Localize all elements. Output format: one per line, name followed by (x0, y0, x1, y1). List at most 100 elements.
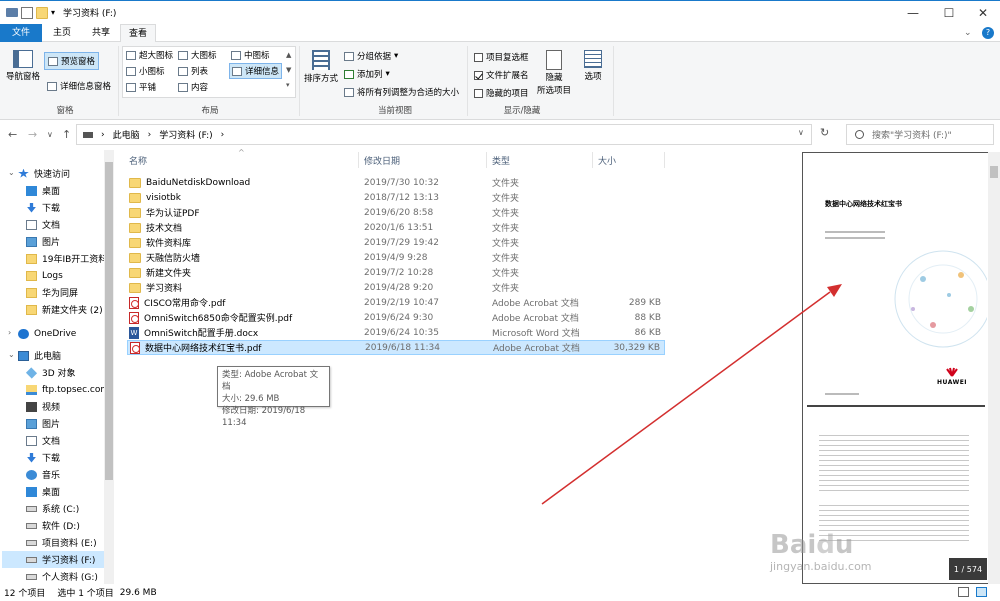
nav-pane-button[interactable]: 导航窗格 (6, 50, 40, 82)
chevron-down-icon[interactable]: ▾ (51, 8, 55, 17)
new-folder-icon[interactable] (36, 6, 48, 19)
hide-selected-button[interactable]: 隐藏 所选项目 (537, 50, 571, 96)
group-label-show-hide: 显示/隐藏 (503, 106, 541, 116)
status-selected: 选中 1 个项目 (57, 589, 114, 599)
close-button[interactable]: ✕ (966, 1, 1000, 25)
forward-arrow-icon[interactable]: → (28, 128, 37, 141)
medium-icons-option[interactable]: 中图标 (231, 49, 270, 61)
back-arrow-icon[interactable]: ← (8, 128, 17, 141)
nav-item-12[interactable]: ftp.topsec.com (26, 381, 130, 398)
large-icons-option[interactable]: 大图标 (178, 49, 217, 61)
file-type: 文件夹 (492, 239, 520, 249)
details-view-icon[interactable] (958, 587, 969, 597)
nav-item-label: 系统 (C:) (42, 505, 80, 515)
large-icons-view-icon[interactable] (976, 587, 987, 597)
preview-pane-button[interactable]: 预览窗格 (44, 52, 100, 70)
nav-item-16[interactable]: 下载 (26, 449, 130, 466)
preview-scroll-thumb[interactable] (990, 166, 998, 178)
hidden-items-toggle[interactable]: 隐藏的项目 (474, 87, 529, 99)
help-icon[interactable]: ? (982, 27, 994, 39)
nav-item-21[interactable]: 项目资料 (E:) (26, 534, 130, 551)
tab-file[interactable]: 文件 (0, 24, 42, 42)
nav-item-19[interactable]: 系统 (C:) (26, 500, 130, 517)
nav-item-17[interactable]: 音乐 (26, 466, 130, 483)
recent-locations-icon[interactable]: ∨ (47, 130, 53, 139)
file-name-cell: 天融信防火墙 (129, 251, 200, 264)
file-name: 天融信防火墙 (146, 254, 201, 264)
nav-item-22[interactable]: 学习资料 (F:) (2, 551, 106, 568)
content-option[interactable]: 内容 (178, 81, 208, 93)
nav-item-11[interactable]: 3D 对象 (25, 364, 130, 381)
nav-item-6[interactable]: Logs (26, 267, 130, 284)
nav-item-4[interactable]: 图片 (26, 233, 130, 250)
nav-item-7[interactable]: 华为同屏 (26, 284, 130, 301)
nav-item-14[interactable]: 图片 (26, 415, 130, 432)
small-icons-option[interactable]: 小图标 (126, 65, 165, 77)
add-column-button[interactable]: 添加列 ▾ (344, 68, 390, 80)
item-checkboxes-toggle[interactable]: 项目复选框 (474, 51, 529, 63)
breadcrumb-current[interactable]: 学习资料 (F:) (159, 128, 212, 141)
expand-chevron-icon[interactable]: › (8, 328, 11, 337)
list-option[interactable]: 列表 (178, 65, 208, 77)
ribbon-collapse-icon[interactable]: ⌄ (964, 28, 972, 38)
file-row[interactable]: 技术文档 2020/1/6 13:51 文件夹 (127, 220, 665, 235)
column-header-date[interactable]: 修改日期 (364, 154, 400, 167)
column-header-type[interactable]: 类型 (492, 154, 510, 167)
breadcrumb-this-pc[interactable]: 此电脑 (113, 128, 140, 141)
details-pane-button[interactable]: 详细信息窗格 (47, 80, 111, 92)
column-header-name[interactable]: 名称 (129, 154, 147, 167)
address-bar[interactable]: › 此电脑 › 学习资料 (F:) › (76, 124, 812, 145)
group-by-button[interactable]: 分组依据 ▾ (344, 50, 398, 62)
file-row[interactable]: 软件资料库 2019/7/29 19:42 文件夹 (127, 235, 665, 250)
address-dropdown-icon[interactable]: ∨ (798, 128, 804, 137)
maximize-button[interactable]: ☐ (932, 1, 966, 25)
nav-item-18[interactable]: 桌面 (26, 483, 130, 500)
pdf-file-icon (130, 341, 140, 354)
file-type: 文件夹 (492, 179, 520, 189)
sort-by-button[interactable]: 排序方式 (304, 50, 338, 84)
file-row[interactable]: visiotbk 2018/7/12 13:13 文件夹 (127, 190, 665, 205)
nav-item-3[interactable]: 文档 (26, 216, 130, 233)
file-row[interactable]: 华为认证PDF 2019/6/20 8:58 文件夹 (127, 205, 665, 220)
minimize-button[interactable]: — (896, 1, 930, 25)
up-arrow-icon[interactable]: ↑ (62, 128, 71, 141)
nav-item-13[interactable]: 视频 (26, 398, 130, 415)
expand-chevron-icon[interactable]: ⌄ (8, 168, 15, 177)
refresh-icon[interactable]: ↻ (820, 126, 829, 139)
file-row[interactable]: 天融信防火墙 2019/4/9 9:28 文件夹 (127, 250, 665, 265)
file-row[interactable]: BaiduNetdiskDownload 2019/7/30 10:32 文件夹 (127, 175, 665, 190)
file-name-cell: 软件资料库 (129, 236, 191, 249)
status-bar: 12 个项目 选中 1 个项目 29.6 MB (0, 584, 1000, 601)
nav-item-23[interactable]: 个人资料 (G:) (26, 568, 130, 585)
nav-item-8[interactable]: 新建文件夹 (2) (26, 301, 130, 318)
tab-view[interactable]: 查看 (120, 24, 156, 42)
nav-item-1[interactable]: 桌面 (26, 182, 130, 199)
fit-columns-button[interactable]: 将所有列调整为合适的大小 (344, 86, 459, 98)
details-option[interactable]: 详细信息 (229, 63, 283, 79)
nav-scrollbar[interactable] (104, 150, 114, 584)
column-header-size[interactable]: 大小 (598, 154, 616, 167)
nav-item-label: 桌面 (42, 488, 61, 498)
tiles-option[interactable]: 平铺 (126, 81, 156, 93)
file-name: OmniSwitch配置手册.docx (144, 329, 259, 339)
nav-item-label: 文档 (42, 437, 61, 447)
nav-scroll-thumb[interactable] (105, 162, 113, 480)
xlarge-icons-option[interactable]: 超大图标 (126, 49, 173, 61)
search-input[interactable]: 搜索"学习资料 (F:)" (846, 124, 994, 145)
nav-item-20[interactable]: 软件 (D:) (26, 517, 130, 534)
huawei-logo-icon (946, 367, 958, 377)
gallery-scroll-icon[interactable]: ▲ ▼ ▾ (286, 48, 291, 93)
breadcrumb-separator-icon: › (101, 129, 105, 140)
file-extensions-toggle[interactable]: 文件扩展名 (474, 69, 529, 81)
options-button[interactable]: 选项 (584, 50, 602, 82)
nav-item-2[interactable]: 下载 (26, 199, 130, 216)
file-date: 2019/6/20 8:58 (364, 207, 434, 218)
file-date: 2019/6/24 9:30 (364, 312, 434, 323)
nav-item-5[interactable]: 19年IB开工资料 (26, 250, 130, 267)
properties-icon[interactable] (21, 6, 33, 19)
expand-chevron-icon[interactable]: ⌄ (8, 350, 15, 359)
nav-item-15[interactable]: 文档 (26, 432, 130, 449)
tab-home[interactable]: 主页 (42, 24, 82, 42)
preview-scrollbar[interactable] (988, 152, 1000, 584)
tab-share[interactable]: 共享 (82, 24, 120, 42)
